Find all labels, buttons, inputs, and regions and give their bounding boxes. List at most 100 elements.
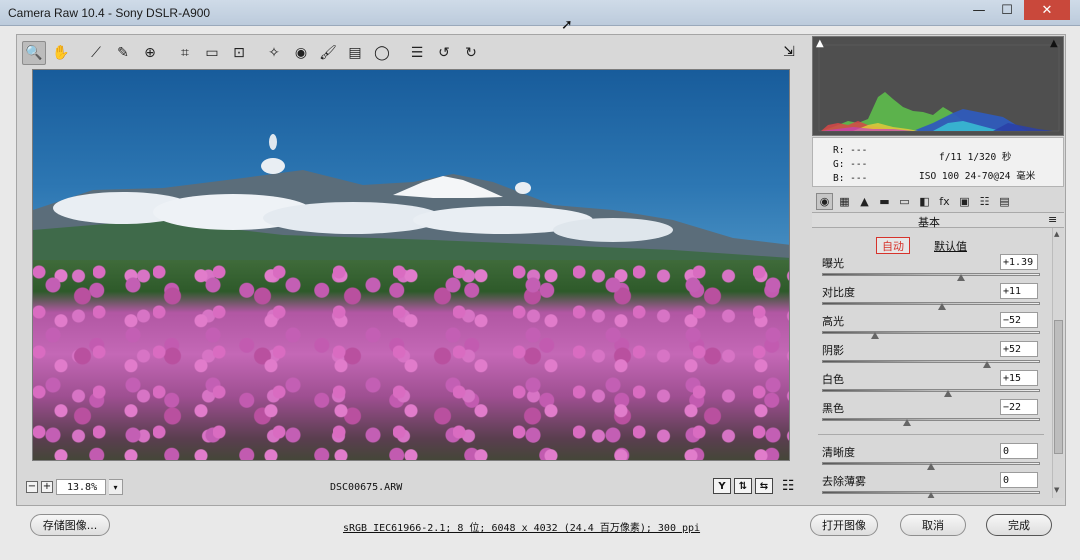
slider-value-field[interactable]: −22 (1000, 399, 1038, 415)
image-preview[interactable] (32, 69, 790, 461)
slider-row: 曝光 +1.39 (820, 254, 1042, 283)
slider-thumb[interactable] (903, 419, 912, 426)
slider-label: 黑色 (822, 402, 844, 415)
slider-value-field[interactable]: +52 (1000, 341, 1038, 357)
open-image-button[interactable]: 打开图像 (810, 514, 878, 536)
white-balance-tool-icon[interactable]: ⟋ (84, 41, 108, 65)
highlight-clipping-icon[interactable]: ▲ (1050, 38, 1058, 49)
slider-track[interactable] (822, 331, 1040, 334)
view-settings-icon[interactable]: ☷ (782, 478, 795, 494)
tab-lens-corrections-icon[interactable]: ◧ (916, 193, 933, 210)
slider-label: 阴影 (822, 344, 844, 357)
panel-menu-icon[interactable]: ≡ (1048, 213, 1057, 226)
panel-header: 基本 ≡ (812, 212, 1064, 229)
slider-track[interactable] (822, 418, 1040, 421)
slider-label: 高光 (822, 315, 844, 328)
straighten-tool-icon[interactable]: ▭ (200, 41, 224, 65)
slider-label: 清晰度 (822, 446, 855, 459)
rgb-readout: R: --- G: --- B: --- (833, 144, 867, 186)
window-title: Camera Raw 10.4 - Sony DSLR-A900 (8, 6, 211, 20)
workflow-options-link[interactable]: sRGB IEC61966-2.1; 8 位; 6048 x 4032 (24.… (343, 519, 700, 534)
panel-scrollbar[interactable]: ▲ ▼ (1052, 228, 1064, 498)
r-readout: R: --- (833, 145, 868, 156)
filename-label: DSC00675.ARW (330, 482, 403, 493)
targeted-adjustment-tool-icon[interactable]: ⊕ (138, 41, 162, 65)
copy-settings-button[interactable]: ⇆ (755, 478, 773, 494)
histogram-graph (818, 44, 1060, 132)
basic-panel: 自动 默认值 曝光 +1.39 对比度 +11 高光 −52 阴影 +52 白色 +15 黑色 −22… (812, 228, 1052, 498)
default-button[interactable]: 默认值 (934, 238, 967, 254)
slider-row: 黑色 −22 (820, 399, 1042, 428)
maximize-button[interactable]: ☐ (993, 0, 1021, 20)
rotate-left-icon[interactable]: ↺ (432, 41, 456, 65)
tab-detail-icon[interactable]: ▲ (856, 193, 873, 210)
slider-track[interactable] (822, 302, 1040, 305)
slider-value-field[interactable]: 0 (1000, 472, 1038, 488)
shadow-clipping-icon[interactable]: ▲ (816, 38, 824, 49)
zoom-out-button[interactable]: − (26, 481, 38, 493)
slider-row: 白色 +15 (820, 370, 1042, 399)
scroll-down-icon[interactable]: ▼ (1054, 486, 1059, 494)
slider-value-field[interactable]: +1.39 (1000, 254, 1038, 270)
slider-value-field[interactable]: 0 (1000, 443, 1038, 459)
graduated-filter-icon[interactable]: ▤ (343, 41, 367, 65)
slider-track[interactable] (822, 389, 1040, 392)
slider-value-field[interactable]: +15 (1000, 370, 1038, 386)
adjustment-brush-icon[interactable]: 🖌 (316, 41, 340, 65)
scrollbar-thumb[interactable] (1054, 320, 1063, 454)
slider-thumb[interactable] (927, 492, 935, 498)
tab-tone-curve-icon[interactable]: ▦ (836, 193, 853, 210)
iso-lens: ISO 100 24-70@24 毫米 (919, 171, 1036, 182)
preferences-icon[interactable]: ☰ (405, 41, 429, 65)
slider-thumb[interactable] (870, 332, 879, 339)
tab-basic-icon[interactable]: ◉ (816, 192, 833, 210)
g-readout: G: --- (833, 159, 868, 170)
panel-tabs: ◉ ▦ ▲ ▬ ▭ ◧ fx ▣ ☷ ▤ (812, 190, 1064, 212)
slider-label: 曝光 (822, 257, 844, 270)
slider-thumb[interactable] (983, 361, 992, 368)
slider-row: 清晰度 0 (820, 443, 1042, 472)
color-sampler-tool-icon[interactable]: ✎ (111, 41, 135, 65)
zoom-dropdown-icon[interactable]: ▾ (109, 479, 123, 495)
slider-label: 去除薄雾 (822, 475, 866, 488)
slider-thumb[interactable] (937, 303, 946, 310)
slider-row: 高光 −52 (820, 312, 1042, 341)
tab-hsl-icon[interactable]: ▬ (876, 193, 893, 210)
rotate-right-icon[interactable]: ↻ (459, 41, 483, 65)
tab-presets-icon[interactable]: ☷ (976, 193, 993, 210)
done-button[interactable]: 完成 (986, 514, 1052, 536)
slider-value-field[interactable]: −52 (1000, 312, 1038, 328)
slider-thumb[interactable] (927, 463, 935, 470)
scroll-up-icon[interactable]: ▲ (1054, 230, 1059, 238)
zoom-tool-icon[interactable]: 🔍 (22, 41, 46, 65)
close-button[interactable]: ✕ (1024, 0, 1070, 20)
flower-field (33, 260, 789, 460)
before-after-toggle-button[interactable]: Y (713, 478, 731, 494)
save-image-button[interactable]: 存储图像... (30, 514, 110, 536)
transform-tool-icon[interactable]: ⊡ (227, 41, 251, 65)
fullscreen-icon[interactable]: ⇲ (778, 42, 800, 62)
radial-filter-icon[interactable]: ◯ (370, 41, 394, 65)
zoom-in-button[interactable]: + (41, 481, 53, 493)
zoom-level-field[interactable]: 13.8% (56, 479, 106, 495)
cancel-button[interactable]: 取消 (900, 514, 966, 536)
hand-tool-icon[interactable]: ✋ (49, 41, 73, 65)
slider-value-field[interactable]: +11 (1000, 283, 1038, 299)
crop-tool-icon[interactable]: ⌗ (173, 41, 197, 65)
tab-calibration-icon[interactable]: ▣ (956, 193, 973, 210)
image-info-panel: R: --- G: --- B: --- f/11 1/320 秒 ISO 10… (812, 137, 1064, 187)
tab-effects-icon[interactable]: fx (936, 193, 953, 210)
red-eye-tool-icon[interactable]: ◉ (289, 41, 313, 65)
slider-thumb[interactable] (944, 390, 953, 397)
tab-split-toning-icon[interactable]: ▭ (896, 193, 913, 210)
slider-track[interactable] (822, 273, 1040, 276)
toolbar: 🔍 ✋ ⟋ ✎ ⊕ ⌗ ▭ ⊡ ✧ ◉ 🖌 ▤ ◯ ☰ ↺ ↻ (16, 36, 806, 70)
tab-snapshots-icon[interactable]: ▤ (996, 193, 1013, 210)
minimize-button[interactable]: — (965, 0, 993, 20)
swap-settings-button[interactable]: ⇅ (734, 478, 752, 494)
slider-track[interactable] (822, 360, 1040, 363)
spot-removal-tool-icon[interactable]: ✧ (262, 41, 286, 65)
slider-row: 阴影 +52 (820, 341, 1042, 370)
slider-thumb[interactable] (957, 274, 966, 281)
auto-button[interactable]: 自动 (876, 237, 910, 254)
